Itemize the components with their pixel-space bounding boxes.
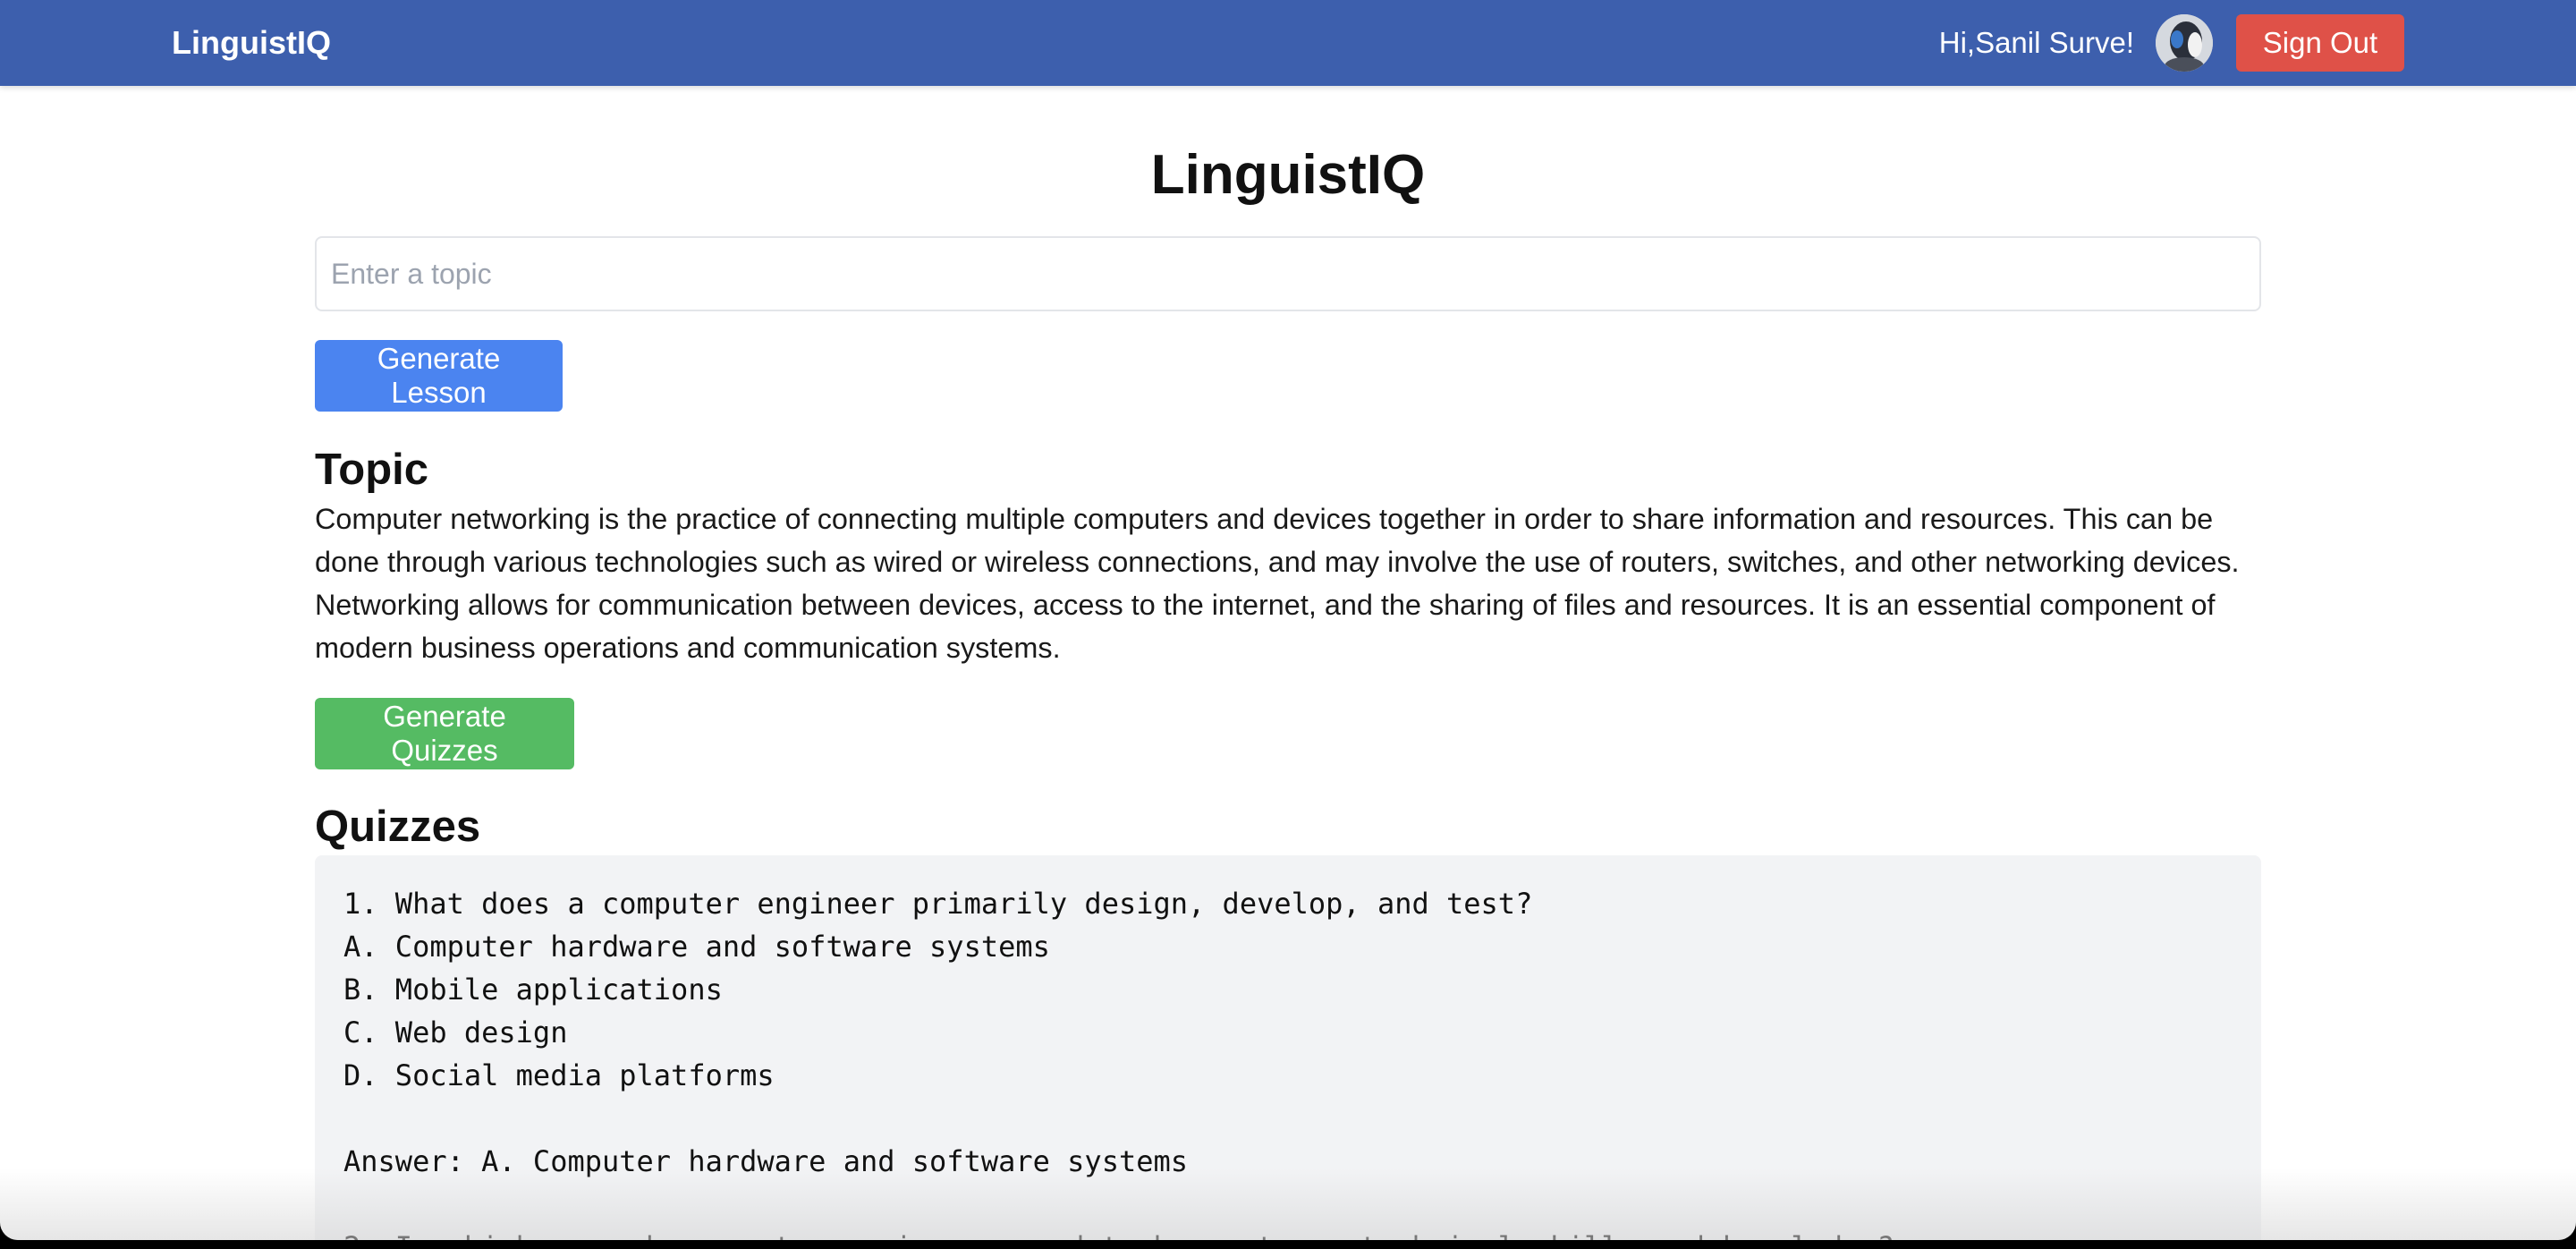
brand-logo[interactable]: LinguistIQ	[172, 21, 331, 64]
generate-lesson-button[interactable]: Generate Lesson	[315, 340, 563, 412]
top-navbar: LinguistIQ Hi,Sanil Surve! Sign Out	[0, 0, 2576, 86]
user-greeting: Hi,Sanil Surve!	[1938, 26, 2134, 59]
lesson-text: Computer networking is the practice of c…	[315, 503, 2240, 664]
avatar[interactable]	[2156, 14, 2213, 72]
quiz-output-panel: 1. What does a computer engineer primari…	[315, 855, 2261, 1240]
sign-out-button[interactable]: Sign Out	[2236, 14, 2404, 72]
topic-heading: Topic	[315, 446, 429, 494]
topic-input[interactable]	[315, 236, 2261, 311]
quizzes-heading: Quizzes	[315, 803, 481, 851]
quiz-text: 1. What does a computer engineer primari…	[343, 887, 1894, 1240]
generate-quizzes-button[interactable]: Generate Quizzes	[315, 698, 574, 769]
page-title: LinguistIQ	[1150, 144, 1426, 206]
browser-window: LinguistIQ Hi,Sanil Surve! Sign Out Ling…	[0, 0, 2576, 1240]
avatar-image	[2156, 14, 2213, 72]
